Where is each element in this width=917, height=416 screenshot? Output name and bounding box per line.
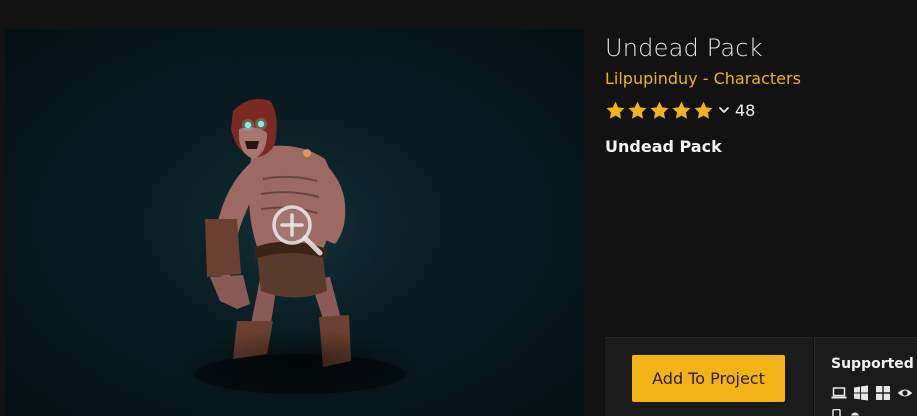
author-link[interactable]: Lilpupinduy [605, 69, 698, 88]
purchase-panel: Add To Project [605, 337, 813, 416]
windows-icon [854, 385, 868, 401]
star-icon [606, 101, 625, 119]
star-icon [628, 101, 647, 119]
mobile-icon [832, 409, 841, 416]
eye-icon [897, 389, 913, 397]
zoom-in-icon[interactable] [268, 201, 326, 259]
windows-icon [876, 386, 890, 400]
supported-platforms-panel: Supported Platforms [814, 337, 917, 416]
category-link[interactable]: Characters [714, 69, 801, 88]
product-info: Undead Pack Lilpupinduy - Characters 48 … [605, 29, 917, 156]
platform-icons-row-2 [831, 409, 861, 416]
product-media-viewer[interactable] [5, 29, 584, 416]
product-description: Undead Pack [605, 137, 722, 156]
star-icon [650, 101, 669, 119]
add-to-project-button[interactable]: Add To Project [632, 355, 785, 402]
rating[interactable]: 48 [605, 99, 917, 121]
product-title: Undead Pack [605, 34, 763, 62]
star-icon [672, 101, 691, 119]
rating-count: 48 [735, 100, 756, 120]
product-page: Undead Pack Lilpupinduy - Characters 48 … [0, 0, 917, 416]
product-meta: Lilpupinduy - Characters [605, 69, 917, 88]
floor-shadow [175, 329, 425, 399]
laptop-icon [831, 387, 847, 399]
platform-icons [831, 385, 913, 401]
star-icon [694, 101, 713, 119]
rating-stars [605, 100, 714, 121]
supported-platforms-label: Supported Platforms [831, 356, 917, 372]
android-icon [851, 412, 859, 416]
chevron-down-icon[interactable] [718, 104, 730, 116]
meta-separator: - [702, 69, 709, 88]
